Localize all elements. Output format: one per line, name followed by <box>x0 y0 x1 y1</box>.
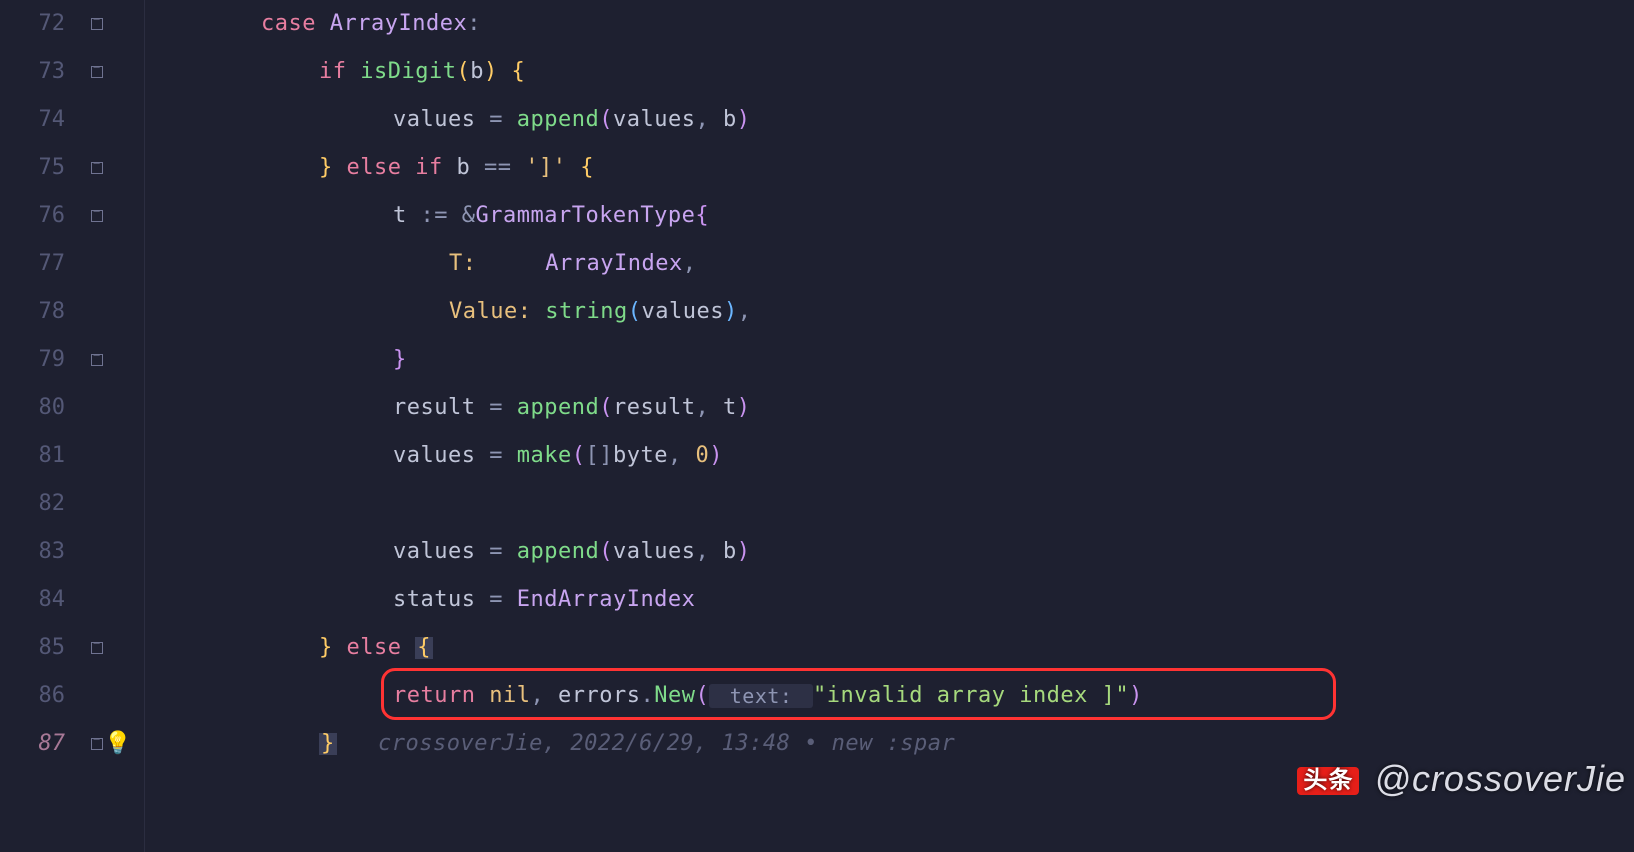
line-number: 74 <box>0 96 85 144</box>
code-line: values = make([]byte, 0) <box>149 432 1634 480</box>
line-number: 76 <box>0 192 85 240</box>
fold-marker-collapse-icon[interactable] <box>91 210 103 222</box>
fold-marker-collapse-icon[interactable] <box>91 354 103 366</box>
matched-brace-highlight: } <box>319 733 337 755</box>
line-number: 80 <box>0 384 85 432</box>
line-number: 72 <box>0 0 85 48</box>
code-line <box>149 480 1634 528</box>
fold-gutter <box>85 0 145 852</box>
line-number: 85 <box>0 624 85 672</box>
line-number: 84 <box>0 576 85 624</box>
code-line: if isDigit(b) { <box>149 48 1634 96</box>
code-line: status = EndArrayIndex <box>149 576 1634 624</box>
fold-marker-collapse-icon[interactable] <box>91 162 103 174</box>
line-number: 78 <box>0 288 85 336</box>
line-number: 73 <box>0 48 85 96</box>
line-number: 83 <box>0 528 85 576</box>
code-editor[interactable]: 72 73 74 75 76 77 78 79 80 81 82 83 84 8… <box>0 0 1634 852</box>
line-number: 81 <box>0 432 85 480</box>
line-number-modified: 87 <box>0 720 85 768</box>
code-line: T: ArrayIndex, <box>149 240 1634 288</box>
line-number-gutter: 72 73 74 75 76 77 78 79 80 81 82 83 84 8… <box>0 0 85 852</box>
parameter-hint: text: <box>709 684 813 708</box>
vcs-inline-annotation: crossoverJie, 2022/6/29, 13:48 • new :sp… <box>337 733 956 755</box>
code-text-area[interactable]: case ArrayIndex: if isDigit(b) { values … <box>145 0 1634 852</box>
watermark-logo-icon: 头条 <box>1297 767 1359 795</box>
code-line: case ArrayIndex: <box>149 0 1634 48</box>
code-line: t := &GrammarTokenType{ <box>149 192 1634 240</box>
code-line: Value: string(values), <box>149 288 1634 336</box>
code-line: } else { <box>149 624 1634 672</box>
intention-bulb-icon[interactable]: 💡 <box>104 733 132 755</box>
code-line: values = append(values, b) <box>149 528 1634 576</box>
line-number: 86 <box>0 672 85 720</box>
watermark-text: 头条 @crossoverJie <box>1297 761 1626 797</box>
line-number: 82 <box>0 480 85 528</box>
line-number: 79 <box>0 336 85 384</box>
code-line: return nil, errors.New( text: "invalid a… <box>149 672 1634 720</box>
fold-marker-collapse-icon[interactable] <box>91 642 103 654</box>
code-line: values = append(values, b) <box>149 96 1634 144</box>
code-line: } <box>149 336 1634 384</box>
line-number: 75 <box>0 144 85 192</box>
fold-marker-collapse-icon[interactable] <box>91 738 103 750</box>
fold-marker-collapse-icon[interactable] <box>91 18 103 30</box>
code-line: } else if b == ']' { <box>149 144 1634 192</box>
line-number: 77 <box>0 240 85 288</box>
code-line: result = append(result, t) <box>149 384 1634 432</box>
fold-marker-collapse-icon[interactable] <box>91 66 103 78</box>
matched-brace-highlight: { <box>415 637 433 659</box>
